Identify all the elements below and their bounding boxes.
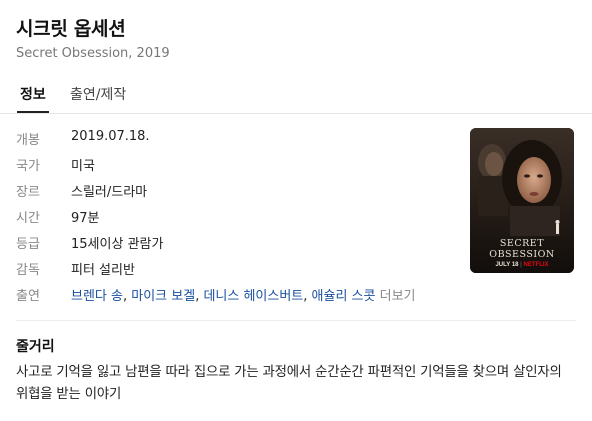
rating-label: 등급 <box>16 237 40 252</box>
release-value: 2019.07.18. <box>71 129 150 144</box>
summary-heading: 줄거리 <box>16 339 55 355</box>
tab-info[interactable]: 정보 <box>17 84 49 113</box>
more-cast-link[interactable]: 더보기 <box>380 289 416 304</box>
cast-label: 출연 <box>16 289 40 304</box>
director-value: 피터 설리반 <box>71 263 135 278</box>
release-label: 개봉 <box>16 133 40 148</box>
cast-link-mike-vogel[interactable]: 마이크 보겔 <box>131 289 195 304</box>
movie-poster[interactable]: SECRET OBSESSION JULY 18 | NETFLIX <box>470 128 574 273</box>
poster-date: JULY 18 <box>495 262 519 268</box>
genre-value: 스릴러/드라마 <box>71 185 148 200</box>
runtime-value: 97분 <box>71 211 100 226</box>
cast-link-dennis-haysbert[interactable]: 데니스 헤이스버트 <box>203 289 303 304</box>
poster-title-line1: SECRET <box>499 238 545 249</box>
genre-label: 장르 <box>16 185 40 200</box>
poster-title-line2: OBSESSION <box>489 249 555 260</box>
director-label: 감독 <box>16 263 40 278</box>
country-value: 미국 <box>71 159 95 174</box>
netflix-logo: NETFLIX <box>523 262 549 268</box>
movie-title: 시크릿 옵세션 <box>16 18 126 40</box>
movie-subtitle: Secret Obsession, 2019 <box>16 46 170 61</box>
section-divider <box>16 320 576 321</box>
summary-text: 사고로 기억을 잃고 남편을 따라 집으로 가는 과정에서 순간순간 파편적인 … <box>16 365 562 402</box>
cast-value: 브렌다 송, 마이크 보겔, 데니스 헤이스버트, 애슐리 스콧 더보기 <box>71 289 416 304</box>
runtime-label: 시간 <box>16 211 40 226</box>
tab-bar: 정보 출연/제작 <box>0 84 592 114</box>
poster-footer: JULY 18 | NETFLIX <box>495 262 549 268</box>
cast-link-ashley-scott[interactable]: 애슐리 스콧 <box>312 289 376 304</box>
rating-value: 15세이상 관람가 <box>71 237 164 252</box>
tab-cast-crew[interactable]: 출연/제작 <box>70 84 126 104</box>
cast-link-brenda-song[interactable]: 브렌다 송 <box>71 289 123 304</box>
country-label: 국가 <box>16 159 40 174</box>
